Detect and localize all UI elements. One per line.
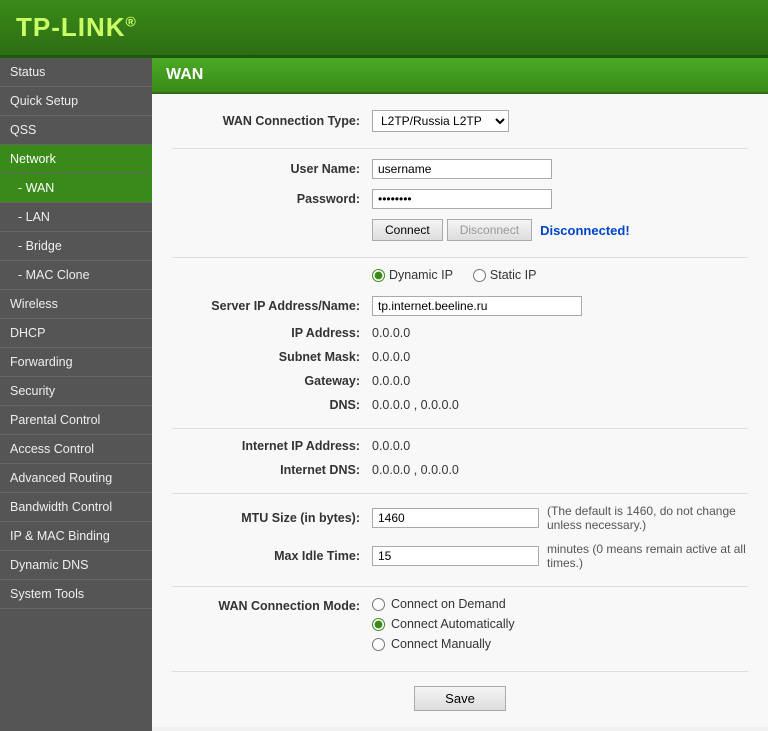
max-idle-label: Max Idle Time: (172, 549, 372, 563)
sidebar-item-access-control[interactable]: Access Control (0, 435, 152, 464)
dns-label: DNS: (172, 398, 372, 412)
connect-manually-radio[interactable] (372, 638, 385, 651)
connection-status: Disconnected! (540, 223, 630, 238)
static-ip-option[interactable]: Static IP (473, 268, 537, 282)
sidebar-item-advanced-routing[interactable]: Advanced Routing (0, 464, 152, 493)
content-area: WAN WAN Connection Type: L2TP/Russia L2T… (152, 58, 768, 731)
dynamic-ip-option[interactable]: Dynamic IP (372, 268, 453, 282)
connect-demand-option[interactable]: Connect on Demand (372, 597, 748, 611)
server-ip-label: Server IP Address/Name: (172, 299, 372, 313)
internet-ip-value: 0.0.0.0 (372, 439, 410, 453)
internet-dns-label: Internet DNS: (172, 463, 372, 477)
gateway-value: 0.0.0.0 (372, 374, 410, 388)
sidebar-item-wireless[interactable]: Wireless (0, 290, 152, 319)
sidebar-item-bridge[interactable]: - Bridge (0, 232, 152, 261)
mtu-input[interactable] (372, 508, 539, 528)
sidebar-item-wan[interactable]: - WAN (0, 174, 152, 203)
header: TP-LINK® (0, 0, 768, 58)
username-input[interactable] (372, 159, 552, 179)
dns-value: 0.0.0.0 , 0.0.0.0 (372, 398, 459, 412)
static-ip-radio[interactable] (473, 269, 486, 282)
subnet-mask-value: 0.0.0.0 (372, 350, 410, 364)
page-title: WAN (166, 66, 203, 83)
mtu-label: MTU Size (in bytes): (172, 511, 372, 525)
mtu-hint: (The default is 1460, do not change unle… (547, 504, 748, 532)
sidebar-item-ip-mac-binding[interactable]: IP & MAC Binding (0, 522, 152, 551)
dynamic-ip-radio[interactable] (372, 269, 385, 282)
internet-dns-value: 0.0.0.0 , 0.0.0.0 (372, 463, 459, 477)
sidebar-item-security[interactable]: Security (0, 377, 152, 406)
disconnect-button[interactable]: Disconnect (447, 219, 532, 241)
sidebar-item-bandwidth-control[interactable]: Bandwidth Control (0, 493, 152, 522)
save-button[interactable]: Save (414, 686, 506, 711)
max-idle-hint: minutes (0 means remain active at all ti… (547, 542, 748, 570)
ip-address-label: IP Address: (172, 326, 372, 340)
sidebar-item-status[interactable]: Status (0, 58, 152, 87)
sidebar: Status Quick Setup QSS Network - WAN - L… (0, 58, 152, 731)
internet-ip-label: Internet IP Address: (172, 439, 372, 453)
sidebar-item-forwarding[interactable]: Forwarding (0, 348, 152, 377)
sidebar-item-system-tools[interactable]: System Tools (0, 580, 152, 609)
wan-connection-type-label: WAN Connection Type: (172, 114, 372, 128)
wan-mode-label: WAN Connection Mode: (172, 597, 372, 613)
gateway-label: Gateway: (172, 374, 372, 388)
sidebar-item-qss[interactable]: QSS (0, 116, 152, 145)
subnet-mask-label: Subnet Mask: (172, 350, 372, 364)
wan-connection-type-select[interactable]: L2TP/Russia L2TP Dynamic IP Static IP PP… (372, 110, 509, 132)
connect-auto-option[interactable]: Connect Automatically (372, 617, 748, 631)
username-label: User Name: (172, 162, 372, 176)
sidebar-item-quick-setup[interactable]: Quick Setup (0, 87, 152, 116)
password-label: Password: (172, 192, 372, 206)
connect-manually-option[interactable]: Connect Manually (372, 637, 748, 651)
connect-auto-radio[interactable] (372, 618, 385, 631)
connect-button[interactable]: Connect (372, 219, 443, 241)
max-idle-input[interactable] (372, 546, 539, 566)
ip-address-value: 0.0.0.0 (372, 326, 410, 340)
sidebar-item-parental-control[interactable]: Parental Control (0, 406, 152, 435)
logo: TP-LINK® (16, 12, 137, 43)
sidebar-item-dynamic-dns[interactable]: Dynamic DNS (0, 551, 152, 580)
password-input[interactable] (372, 189, 552, 209)
sidebar-item-dhcp[interactable]: DHCP (0, 319, 152, 348)
connect-demand-radio[interactable] (372, 598, 385, 611)
wan-connection-type-value[interactable]: L2TP/Russia L2TP Dynamic IP Static IP PP… (372, 110, 748, 132)
server-ip-input[interactable] (372, 296, 582, 316)
sidebar-item-mac-clone[interactable]: - MAC Clone (0, 261, 152, 290)
sidebar-item-lan[interactable]: - LAN (0, 203, 152, 232)
content-header: WAN (152, 58, 768, 94)
sidebar-item-network[interactable]: Network (0, 145, 152, 174)
